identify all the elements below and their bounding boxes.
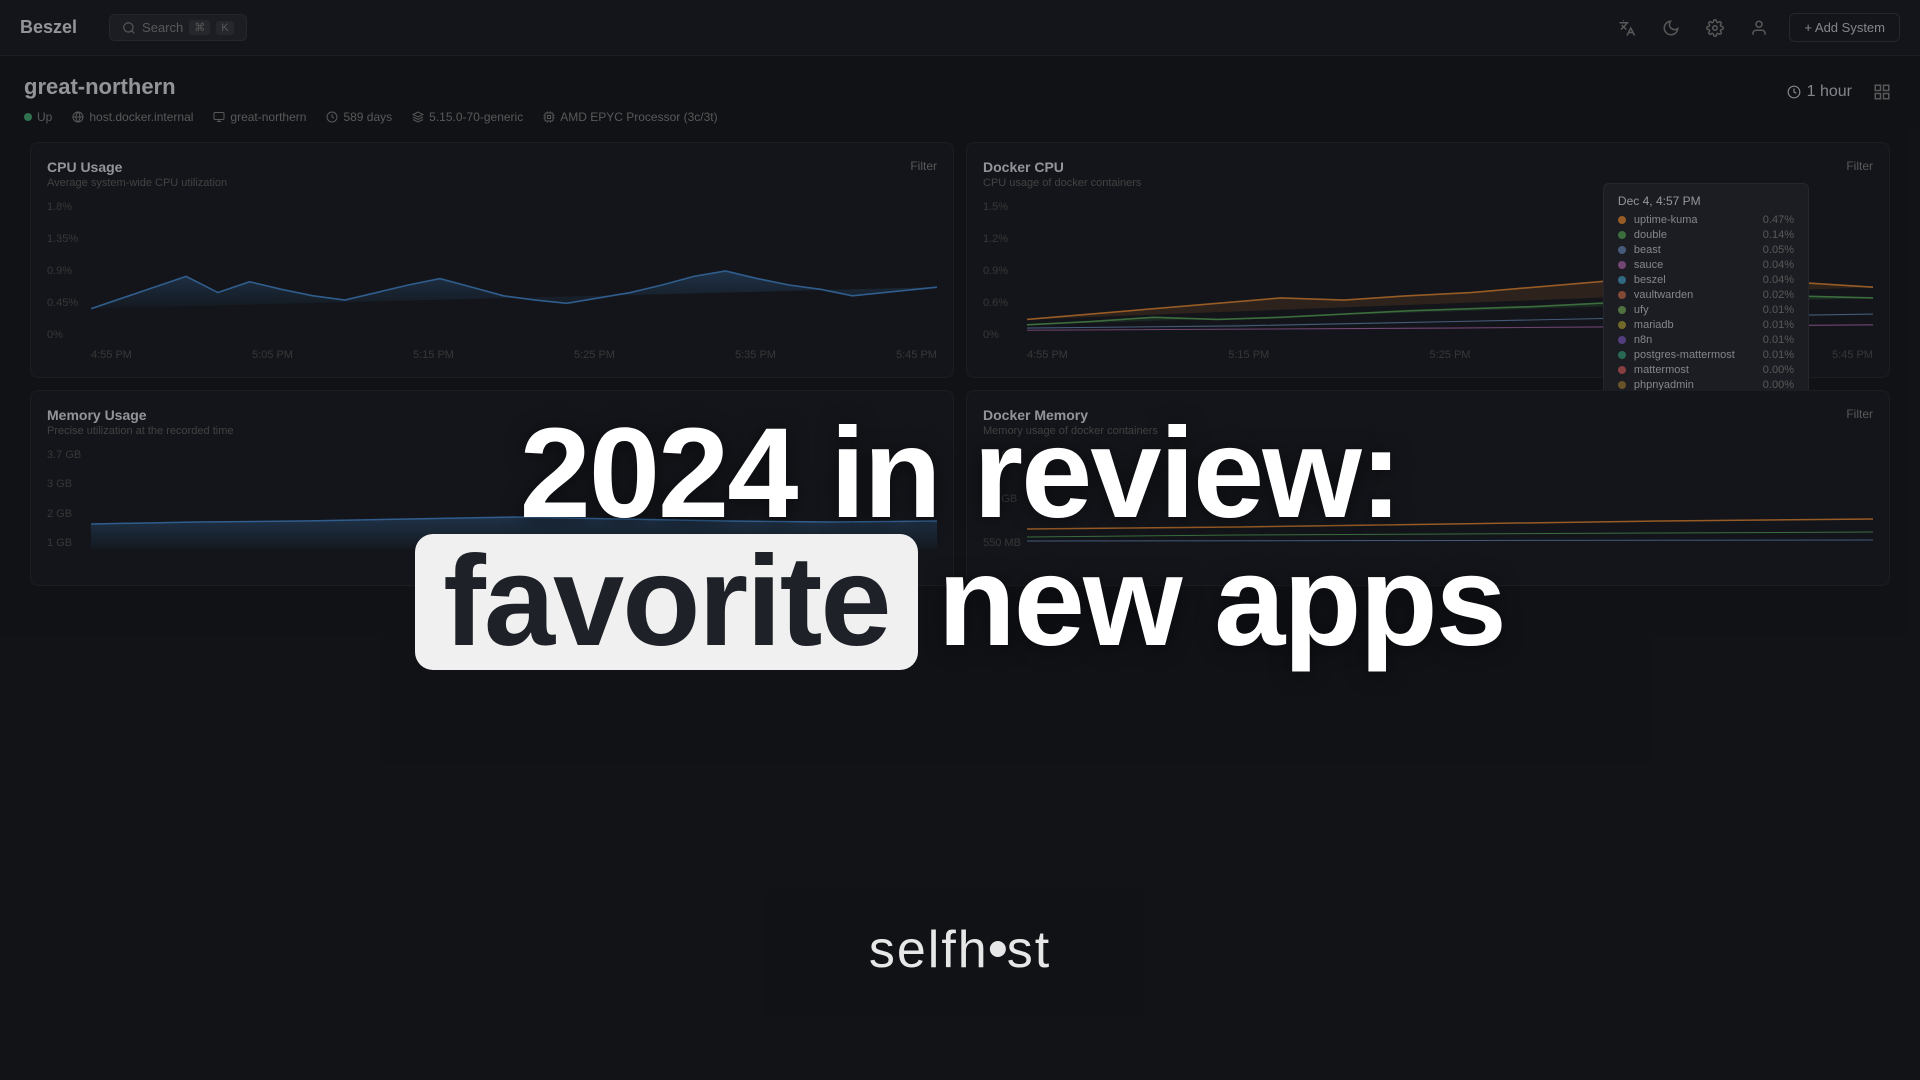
uptime-icon <box>326 111 338 123</box>
topnav: Beszel Search ⌘ K + Add Sy <box>0 0 1920 56</box>
docker-memory-filter-button[interactable]: Filter <box>1846 407 1873 449</box>
docker-cpu-chart-panel: Docker CPU CPU usage of docker container… <box>966 142 1890 378</box>
grid-toggle-button[interactable] <box>1868 78 1896 106</box>
docker-memory-chart-title: Docker Memory <box>983 407 1158 423</box>
search-shortcut: ⌘ <box>189 20 210 35</box>
tooltip-dot <box>1618 276 1626 284</box>
meta-cpu: AMD EPYC Processor (3c/3t) <box>543 110 717 124</box>
tooltip-dot <box>1618 231 1626 239</box>
docker-cpu-y-axis: 1.5% 1.2% 0.9% 0.6% 0% <box>983 201 1023 341</box>
memory-chart-panel: Memory Usage Precise utilization at the … <box>30 390 954 586</box>
memory-chart-area: 3.7 GB 3 GB 2 GB 1 GB <box>47 449 937 569</box>
search-label: Search <box>142 20 183 35</box>
search-key: K <box>216 21 233 35</box>
tooltip-dot <box>1618 246 1626 254</box>
tooltip-dot <box>1618 306 1626 314</box>
nav-right: + Add System <box>1613 13 1900 42</box>
memory-y-axis: 3.7 GB 3 GB 2 GB 1 GB <box>47 449 87 549</box>
settings-icon[interactable] <box>1701 14 1729 42</box>
cpu-chart-title: CPU Usage <box>47 159 227 175</box>
cpu-chart-subtitle: Average system-wide CPU utilization <box>47 177 227 189</box>
selfhost-dot-icon <box>990 941 1006 957</box>
kernel-label: 5.15.0-70-generic <box>429 110 523 124</box>
tooltip-dot <box>1618 351 1626 359</box>
docker-memory-chart-panel: Docker Memory Memory usage of docker con… <box>966 390 1890 586</box>
cpu-chart-area: 1.8% 1.35% 0.9% 0.45% 0% <box>47 201 937 361</box>
meta-kernel: 5.15.0-70-generic <box>412 110 523 124</box>
cpu-x-axis: 4:55 PM 5:05 PM 5:15 PM 5:25 PM 5:35 PM … <box>91 349 937 361</box>
system-name: great-northern <box>24 74 176 100</box>
status-dot <box>24 113 32 121</box>
memory-chart-subtitle: Precise utilization at the recorded time <box>47 425 937 437</box>
meta-host: host.docker.internal <box>72 110 193 124</box>
docker-memory-chart-area: 2.2 GB 1.1 GB 550 MB <box>983 449 1873 569</box>
tooltip-dot <box>1618 291 1626 299</box>
docker-memory-y-axis: 2.2 GB 1.1 GB 550 MB <box>983 449 1023 549</box>
translate-icon[interactable] <box>1613 14 1641 42</box>
search-icon <box>122 21 136 35</box>
kernel-icon <box>412 111 424 123</box>
docker-cpu-chart-subtitle: CPU usage of docker containers <box>983 177 1141 189</box>
tooltip-dot <box>1618 261 1626 269</box>
tooltip-row: mariadb 0.01% <box>1618 319 1794 331</box>
meta-hostname: great-northern <box>213 110 306 124</box>
memory-grid: Memory Usage Precise utilization at the … <box>0 384 1920 592</box>
moon-icon[interactable] <box>1657 14 1685 42</box>
time-range-label: 1 hour <box>1807 83 1852 101</box>
clock-icon <box>1787 85 1801 99</box>
cpu-label: AMD EPYC Processor (3c/3t) <box>560 110 717 124</box>
monitor-icon <box>213 111 225 123</box>
system-meta: Up host.docker.internal great-northern 5… <box>24 110 1896 124</box>
tooltip-row: double 0.14% <box>1618 229 1794 241</box>
cpu-y-axis: 1.8% 1.35% 0.9% 0.45% 0% <box>47 201 87 341</box>
docker-cpu-chart-title: Docker CPU <box>983 159 1141 175</box>
tooltip-dot <box>1618 366 1626 374</box>
time-range-button[interactable]: 1 hour <box>1787 83 1852 101</box>
user-icon[interactable] <box>1745 14 1773 42</box>
docker-memory-chart-svg <box>1027 449 1873 549</box>
cpu-filter-button[interactable]: Filter <box>910 159 937 173</box>
docker-memory-chart-subtitle: Memory usage of docker containers <box>983 425 1158 437</box>
selfhost-text: selfhst <box>869 921 1051 979</box>
tooltip-dot <box>1618 216 1626 224</box>
hostname-label: great-northern <box>230 110 306 124</box>
globe-icon <box>72 111 84 123</box>
host-label: host.docker.internal <box>89 110 193 124</box>
meta-uptime: 589 days <box>326 110 392 124</box>
tooltip-row: n8n 0.01% <box>1618 334 1794 346</box>
tooltip-row: sauce 0.04% <box>1618 259 1794 271</box>
app-logo: Beszel <box>20 17 77 38</box>
tooltip-row: vaultwarden 0.02% <box>1618 289 1794 301</box>
cpu-chart-svg <box>91 201 937 341</box>
tooltip-row: postgres-mattermost 0.01% <box>1618 349 1794 361</box>
tooltip-row: beast 0.05% <box>1618 244 1794 256</box>
memory-chart-title: Memory Usage <box>47 407 937 423</box>
meta-status: Up <box>24 110 52 124</box>
tooltip-row: uptime-kuma 0.47% <box>1618 214 1794 226</box>
memory-chart-svg <box>91 449 937 549</box>
tooltip-row: mattermost 0.00% <box>1618 364 1794 376</box>
tooltip-dot <box>1618 336 1626 344</box>
system-header: great-northern 1 hour Up host.doc <box>0 56 1920 136</box>
search-button[interactable]: Search ⌘ K <box>109 14 247 41</box>
tooltip-row: ufy 0.01% <box>1618 304 1794 316</box>
tooltip-dot <box>1618 321 1626 329</box>
tooltip-row: beszel 0.04% <box>1618 274 1794 286</box>
uptime-label: 589 days <box>343 110 392 124</box>
cpu-chart-panel: CPU Usage Average system-wide CPU utiliz… <box>30 142 954 378</box>
docker-cpu-filter-button[interactable]: Filter <box>1846 159 1873 173</box>
cpu-icon <box>543 111 555 123</box>
charts-grid: CPU Usage Average system-wide CPU utiliz… <box>0 136 1920 384</box>
add-system-button[interactable]: + Add System <box>1789 13 1900 42</box>
status-label: Up <box>37 110 52 124</box>
selfhost-watermark: selfhst <box>869 920 1051 980</box>
tooltip-time: Dec 4, 4:57 PM <box>1618 194 1794 208</box>
